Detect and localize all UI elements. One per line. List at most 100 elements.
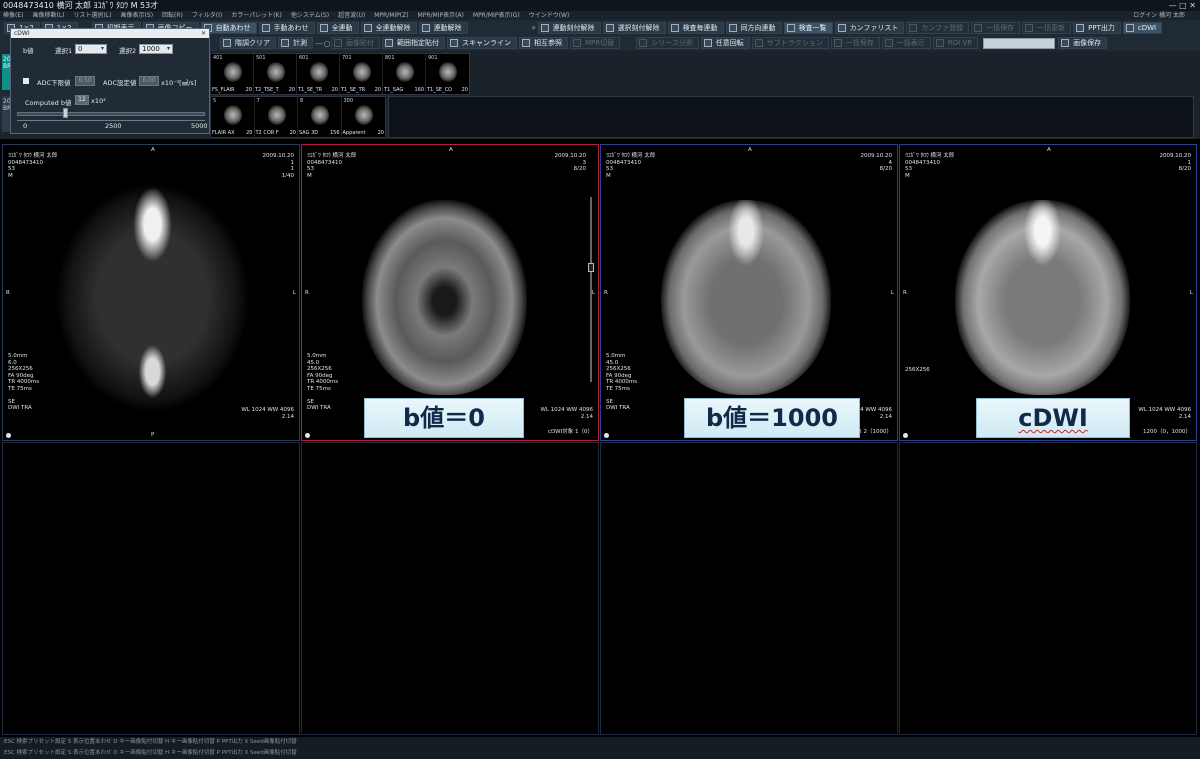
viewport-study-info: 2009.10.20 1 1 1/40 [262,153,295,179]
hand-icon [261,23,270,32]
cdwi-button[interactable]: cDWI [1122,21,1163,34]
menu-item[interactable]: 回転(R) [162,11,183,20]
orientation-anterior: A [748,147,752,153]
orientation-posterior: P [151,431,155,438]
same-direction-link-button[interactable]: 同方向連動 [725,21,782,34]
series-thumbnail[interactable]: 401 FS_FLAIR 20 [211,54,254,94]
conference-list-button[interactable]: カンファリスト [834,21,905,34]
menu-item[interactable]: カラーパレット(K) [231,11,282,20]
image-viewer: ﾖｺｶﾞﾜ ﾀﾛｳ 横河 太郎 0048473410 53 M 2009.10.… [0,142,1200,737]
roi-vr-button[interactable]: ROI VR [932,37,979,49]
viewport-1[interactable]: ﾖｺｶﾞﾜ ﾀﾛｳ 横河 太郎 0048473410 53 M 2009.10.… [2,144,300,441]
per-exam-link-button[interactable]: 検査毎連動 [667,21,724,34]
series-thumbnail[interactable]: 7 T2 COR F 20 [255,97,298,137]
link-all-button[interactable]: 全連動 [316,21,359,34]
menu-item[interactable]: 検像(E) [3,11,23,20]
computed-b-input[interactable]: 12 [75,95,89,105]
orientation-left: L [292,290,296,296]
slice-scrollbar-thumb[interactable] [588,263,594,272]
viewport-2[interactable]: ﾖｺｶﾞﾜ ﾀﾛｳ 横河 太郎 0048473410 53 M 2009.10.… [301,144,599,441]
slider-handle[interactable] [63,108,68,118]
save-icon [974,23,983,32]
series-thumbnail[interactable]: 300 Apparent 20 [342,97,385,137]
orientation-right: R [6,290,10,296]
unlink-button[interactable]: 連動解除 [418,21,468,34]
contrast-icon [223,39,231,47]
viewport-indicator-icon[interactable] [305,433,310,438]
orientation-right: R [903,290,907,296]
bulk-update-button[interactable]: 一括更新 [1022,21,1072,34]
menu-item[interactable]: 画像表示(S) [121,11,154,20]
circle-tool-icon[interactable]: ○ [323,39,331,48]
menu-item[interactable]: MPR/MIP表示(G) [473,11,520,20]
manual-align-button[interactable]: 手動あわせ [258,21,315,34]
label-b1000: b値＝1000 [684,398,860,438]
menu-item[interactable]: MPR/MIP表示(A) [418,11,464,20]
free-rotate-button[interactable]: 任意回転 [700,37,750,49]
series-thumbnail[interactable]: 901 T1_SE_CO 20 [426,54,469,94]
link-cut-unlink-button[interactable]: 連動刻付解除 [537,21,601,34]
range-paste-button[interactable]: 範囲指定貼付 [382,37,445,49]
exam-list-button[interactable]: 検査一覧 [783,21,833,34]
menu-item[interactable]: 他システム(S) [291,11,329,20]
close-icon[interactable]: ✕ [201,29,206,38]
image-paste-button[interactable]: 画像貼付 [331,37,380,49]
mri-image [955,200,1130,395]
bulk-display-button[interactable]: 一括表示 [881,37,931,49]
roi-combo[interactable] [983,37,1056,49]
adc-lower-input[interactable]: 0.50 [75,76,95,86]
slice-scrollbar[interactable] [590,197,592,382]
refresh-icon [1025,23,1034,32]
menu-item[interactable]: 画像移動(L) [32,11,64,20]
image-save-button[interactable]: 画像保存 [1058,37,1108,49]
chevron-right-icon[interactable]: » [530,23,538,32]
viewport-study-info: 2009.10.20 1 8/20 [1159,153,1192,172]
viewport-indicator-icon[interactable] [604,433,609,438]
series-thumbnail[interactable]: 601 T1_SE_TR 20 [297,54,340,94]
viewport-6[interactable] [301,442,599,735]
viewport-3[interactable]: ﾖｺｶﾞﾜ ﾀﾛｳ 横河 太郎 0048473410 53 M 2009.10.… [600,144,898,441]
series-thumbnail[interactable]: 801 T1_SAG 160 [383,54,426,94]
conference-register-button[interactable]: カンファ登録 [906,21,970,34]
mpr-switch-button[interactable]: MPR切替 [570,37,621,49]
slider-max-label: 5000 [191,122,208,130]
computed-b-slider[interactable] [17,112,205,116]
menu-item[interactable]: MPR/MIP(Z) [374,11,408,20]
brain-thumbnail-image [396,62,414,82]
ppt-export-button[interactable]: PPT出力 [1073,21,1121,34]
subtraction-button[interactable]: サブトラクション [751,37,829,49]
menu-item[interactable]: 超音波(U) [338,11,365,20]
menu-item[interactable]: フィルタ(I) [192,11,222,20]
dialog-title: cDWI [14,30,30,37]
viewport-indicator-icon[interactable] [903,433,908,438]
viewport-5[interactable] [2,442,300,735]
select2-dropdown[interactable]: 1000 [139,44,173,54]
select-cut-unlink-button[interactable]: 選択刻付解除 [602,21,666,34]
unlink-all-button[interactable]: 全連動解除 [360,21,417,34]
menu-item[interactable]: リスト選択(L) [74,11,112,20]
cross-reference-button[interactable]: 相互参照 [519,37,568,49]
viewport-8[interactable] [899,442,1197,735]
list-icon [837,23,846,32]
adc-lower-checkbox[interactable] [23,78,29,84]
series-thumbnail[interactable]: 701 T1_SE_TR 20 [340,54,383,94]
series-thumbnail[interactable]: 5 FLAIR AX 20 [211,97,255,137]
series-thumbnail[interactable]: 501 T2_TSE_T 20 [254,54,297,94]
menu-item[interactable]: ウインドウ(W) [529,11,570,20]
viewport-scan-params: 256X256 [905,367,930,373]
bulk-save-button-2[interactable]: 一括保存 [830,37,880,49]
line-tool-icon[interactable]: — [315,39,323,48]
brain-thumbnail-image [439,62,457,82]
scanline-button[interactable]: スキャンライン [447,37,517,49]
tone-clear-button[interactable]: 階調クリア [220,37,276,49]
viewport-indicator-icon[interactable] [6,433,11,438]
adc-set-input[interactable]: 0.00 [139,76,159,86]
select1-dropdown[interactable]: 0 [75,44,107,54]
series-split-button[interactable]: シリーズ分割 [636,37,699,49]
window-controls[interactable]: — □ ✕ [1169,0,1196,11]
bulk-save-button[interactable]: 一括保存 [971,21,1021,34]
viewport-7[interactable] [600,442,898,735]
series-thumbnail[interactable]: 8 SAG 3D 156 [298,97,342,137]
viewport-4[interactable]: ﾖｺｶﾞﾜ ﾀﾛｳ 横河 太郎 0048473410 53 M 2009.10.… [899,144,1197,441]
measure-button[interactable]: 計測 [278,37,313,49]
